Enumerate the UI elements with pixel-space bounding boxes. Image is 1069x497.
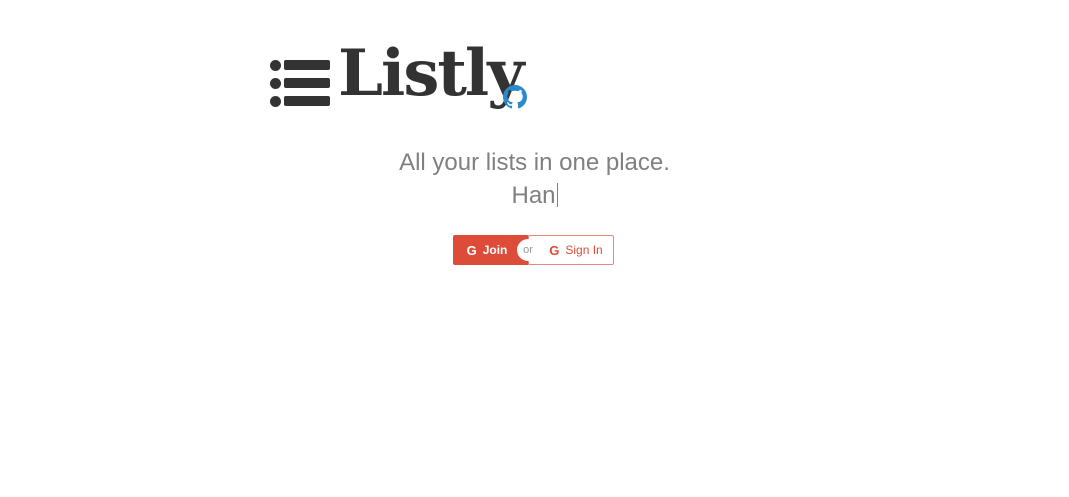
typed-text: Han — [511, 182, 556, 209]
google-icon: G — [549, 242, 560, 258]
list-icon-dot — [270, 78, 281, 89]
logo: Listly — [270, 42, 532, 124]
list-icon — [270, 59, 332, 109]
typed-text-line: Han — [0, 180, 1069, 212]
sign-in-label: Sign In — [565, 243, 603, 257]
github-icon — [503, 85, 527, 109]
list-icon-bar — [284, 78, 330, 88]
list-icon-bar — [284, 60, 330, 70]
google-icon: G — [466, 242, 477, 258]
text-caret — [556, 183, 558, 207]
brand-wordmark: Listly — [338, 36, 524, 111]
or-divider: or — [517, 239, 539, 261]
tagline: All your lists in one place. — [399, 149, 670, 176]
list-icon-dot — [270, 60, 281, 71]
github-link[interactable] — [503, 85, 527, 109]
list-icon-dot — [270, 96, 281, 107]
list-icon-bar — [284, 96, 330, 106]
auth-buttons: G Join or G Sign In — [453, 235, 615, 266]
sign-in-button[interactable]: G Sign In — [528, 235, 614, 265]
join-label: Join — [482, 243, 508, 257]
